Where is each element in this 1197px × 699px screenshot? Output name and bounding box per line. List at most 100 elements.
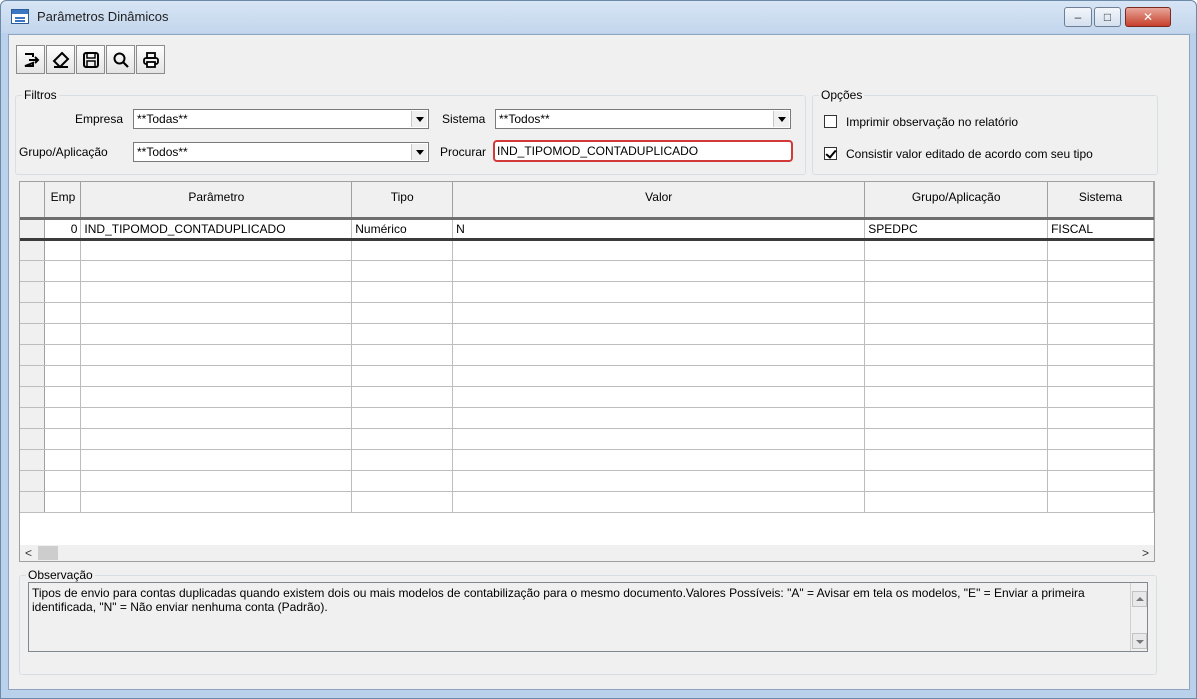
- table-cell[interactable]: [864, 407, 1049, 429]
- table-cell[interactable]: [864, 470, 1049, 492]
- table-row-empty[interactable]: [20, 344, 1154, 366]
- scroll-down-icon[interactable]: [1132, 633, 1147, 649]
- table-cell[interactable]: [1047, 428, 1154, 450]
- row-header[interactable]: [20, 323, 46, 345]
- table-cell[interactable]: [351, 428, 454, 450]
- row-header[interactable]: [20, 428, 46, 450]
- table-cell[interactable]: [452, 386, 866, 408]
- table-cell[interactable]: [452, 323, 866, 345]
- table-cell[interactable]: [452, 449, 866, 471]
- table-cell[interactable]: [44, 428, 82, 450]
- table-cell[interactable]: [452, 260, 866, 282]
- column-header-grupo[interactable]: Grupo/Aplicação: [864, 182, 1049, 220]
- table-cell[interactable]: [1047, 323, 1154, 345]
- table-cell[interactable]: [864, 260, 1049, 282]
- table-cell[interactable]: [1047, 281, 1154, 303]
- table-cell[interactable]: [80, 428, 353, 450]
- cell-valor[interactable]: N: [452, 218, 866, 241]
- sistema-select[interactable]: **Todos**: [495, 109, 791, 129]
- table-cell[interactable]: [80, 323, 353, 345]
- horizontal-scrollbar[interactable]: < >: [19, 545, 1155, 562]
- table-cell[interactable]: [80, 491, 353, 513]
- table-cell[interactable]: [351, 302, 454, 324]
- column-header-emp[interactable]: Emp: [44, 182, 82, 220]
- procurar-field[interactable]: [493, 140, 793, 162]
- imprimir-label[interactable]: Imprimir observação no relatório: [846, 115, 1018, 129]
- row-header[interactable]: [20, 470, 46, 492]
- column-header-valor[interactable]: Valor: [452, 182, 866, 220]
- table-row[interactable]: 0 IND_TIPOMOD_CONTADUPLICADO Numérico N …: [20, 218, 1154, 241]
- table-row-empty[interactable]: [20, 323, 1154, 345]
- row-header[interactable]: [20, 239, 46, 261]
- table-cell[interactable]: [452, 281, 866, 303]
- observacao-textarea[interactable]: Tipos de envio para contas duplicadas qu…: [28, 582, 1148, 652]
- table-cell[interactable]: [351, 407, 454, 429]
- table-cell[interactable]: [80, 281, 353, 303]
- table-cell[interactable]: [864, 386, 1049, 408]
- table-cell[interactable]: [44, 323, 82, 345]
- table-cell[interactable]: [864, 281, 1049, 303]
- column-header-sistema[interactable]: Sistema: [1047, 182, 1154, 220]
- table-row-empty[interactable]: [20, 407, 1154, 429]
- save-button[interactable]: [76, 45, 105, 74]
- close-button[interactable]: ✕: [1125, 7, 1171, 27]
- table-cell[interactable]: [44, 239, 82, 261]
- table-cell[interactable]: [1047, 344, 1154, 366]
- chevron-down-icon[interactable]: [411, 144, 427, 160]
- imprimir-checkbox[interactable]: [824, 115, 837, 128]
- table-cell[interactable]: [44, 281, 82, 303]
- table-cell[interactable]: [44, 260, 82, 282]
- table-cell[interactable]: [351, 449, 454, 471]
- table-cell[interactable]: [1047, 239, 1154, 261]
- table-cell[interactable]: [80, 344, 353, 366]
- procurar-input[interactable]: [497, 143, 787, 159]
- table-cell[interactable]: [351, 344, 454, 366]
- table-row-empty[interactable]: [20, 239, 1154, 261]
- cell-emp[interactable]: 0: [44, 218, 82, 241]
- table-cell[interactable]: [1047, 386, 1154, 408]
- table-cell[interactable]: [864, 491, 1049, 513]
- table-cell[interactable]: [452, 344, 866, 366]
- table-cell[interactable]: [1047, 260, 1154, 282]
- table-cell[interactable]: [864, 365, 1049, 387]
- table-row-empty[interactable]: [20, 302, 1154, 324]
- table-cell[interactable]: [351, 260, 454, 282]
- consistir-checkbox[interactable]: [824, 147, 837, 160]
- table-cell[interactable]: [44, 302, 82, 324]
- table-cell[interactable]: [452, 365, 866, 387]
- print-button[interactable]: [136, 45, 165, 74]
- table-cell[interactable]: [351, 365, 454, 387]
- table-cell[interactable]: [452, 428, 866, 450]
- table-cell[interactable]: [452, 239, 866, 261]
- table-row-empty[interactable]: [20, 386, 1154, 408]
- table-cell[interactable]: [864, 344, 1049, 366]
- table-cell[interactable]: [864, 428, 1049, 450]
- table-cell[interactable]: [44, 449, 82, 471]
- cell-sistema[interactable]: FISCAL: [1047, 218, 1154, 241]
- table-row-empty[interactable]: [20, 428, 1154, 450]
- table-cell[interactable]: [351, 239, 454, 261]
- table-row-empty[interactable]: [20, 491, 1154, 513]
- table-cell[interactable]: [1047, 407, 1154, 429]
- table-cell[interactable]: [80, 407, 353, 429]
- table-row-empty[interactable]: [20, 281, 1154, 303]
- row-header[interactable]: [20, 491, 46, 513]
- table-cell[interactable]: [80, 260, 353, 282]
- minimize-button[interactable]: –: [1064, 7, 1092, 27]
- table-cell[interactable]: [452, 470, 866, 492]
- table-cell[interactable]: [80, 386, 353, 408]
- table-cell[interactable]: [44, 365, 82, 387]
- table-cell[interactable]: [1047, 365, 1154, 387]
- parameters-grid[interactable]: Emp Parâmetro Tipo Valor Grupo/Aplicação…: [19, 181, 1155, 546]
- maximize-button[interactable]: □: [1094, 7, 1121, 27]
- table-cell[interactable]: [351, 323, 454, 345]
- table-cell[interactable]: [80, 302, 353, 324]
- table-cell[interactable]: [44, 386, 82, 408]
- cell-grupo[interactable]: SPEDPC: [864, 218, 1049, 241]
- table-cell[interactable]: [864, 323, 1049, 345]
- empresa-select[interactable]: **Todas**: [133, 109, 429, 129]
- table-cell[interactable]: [80, 239, 353, 261]
- row-header[interactable]: [20, 218, 46, 241]
- table-cell[interactable]: [351, 386, 454, 408]
- scroll-right-icon[interactable]: >: [1137, 545, 1154, 561]
